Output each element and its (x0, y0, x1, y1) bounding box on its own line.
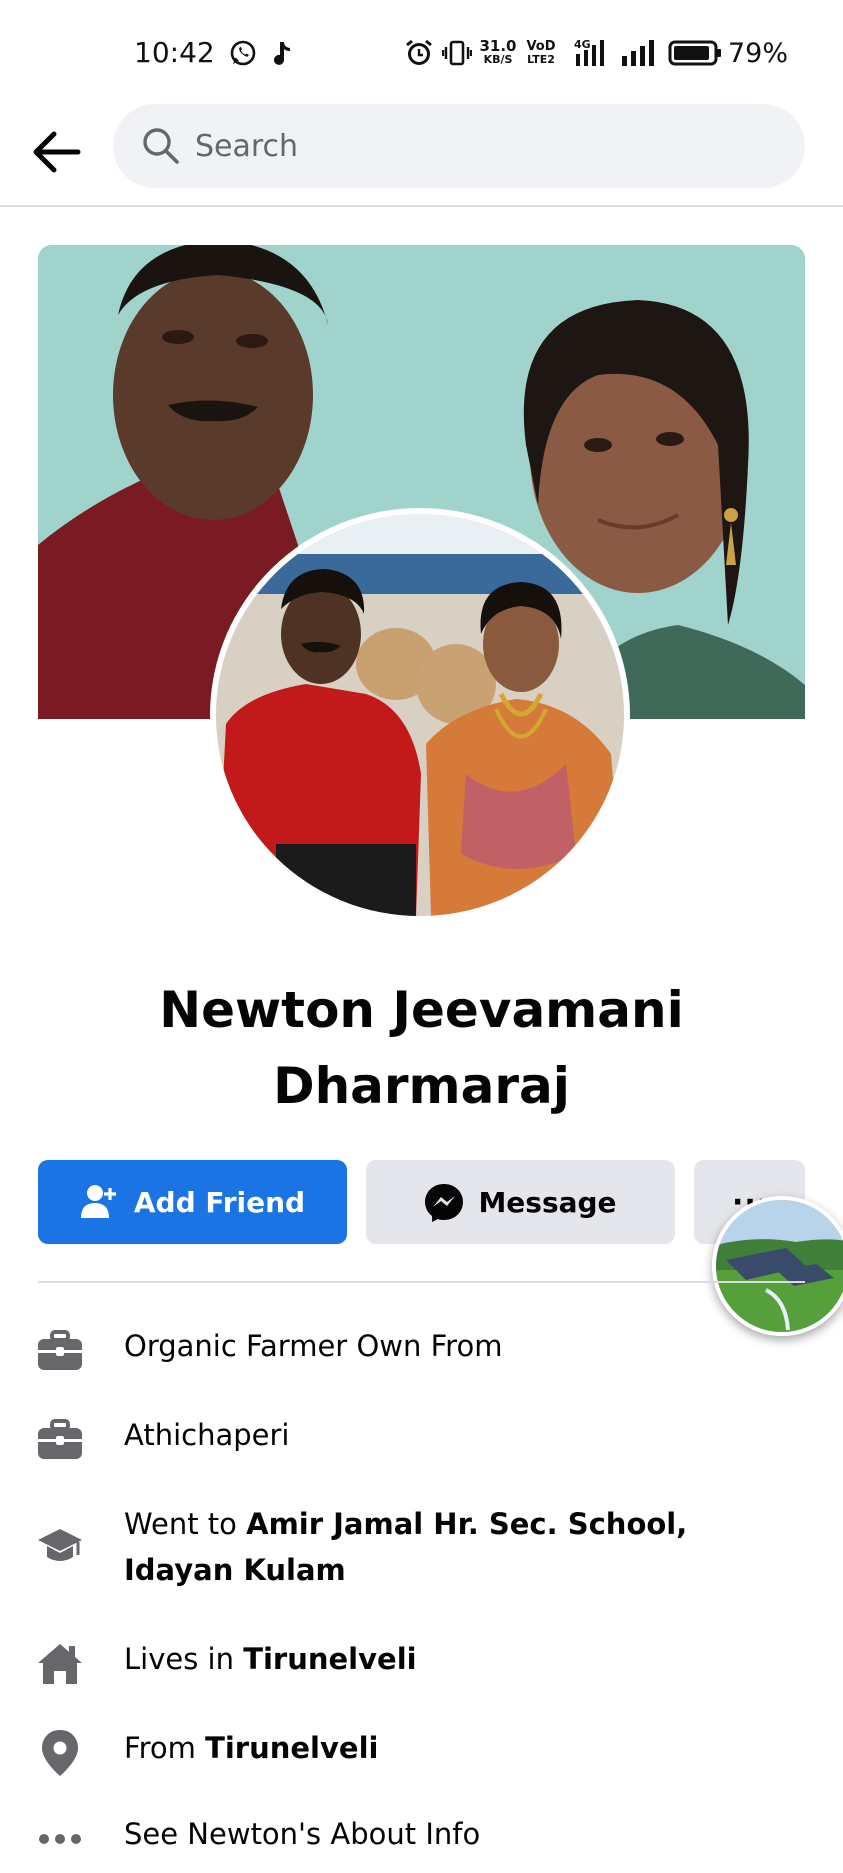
from-prefix: From (124, 1731, 206, 1765)
messenger-icon (425, 1184, 464, 1222)
detail-work-1-text: Organic Farmer Own From (124, 1329, 503, 1363)
detail-from-text: From Tirunelveli (124, 1725, 378, 1771)
profile-name: Newton Jeevamani Dharmaraj (60, 972, 783, 1124)
status-time: 10:42 (134, 36, 215, 69)
chat-head-bubble[interactable] (712, 1196, 843, 1336)
more-dots-icon (36, 1815, 84, 1863)
add-friend-button[interactable]: Add Friend (38, 1160, 347, 1244)
see-about-info[interactable]: See Newton's About Info (36, 1811, 806, 1863)
lives-prefix: Lives in (124, 1642, 244, 1676)
back-button[interactable] (26, 122, 86, 182)
status-bar: 10:42 31.0 KB/S VoD LTE2 4G 79% (0, 0, 843, 110)
music-note-icon (270, 38, 294, 68)
search-bar[interactable] (113, 104, 805, 188)
arrow-left-icon (33, 131, 81, 173)
graduation-cap-icon (36, 1523, 84, 1571)
volte-indicator: VoD LTE2 (526, 39, 556, 66)
search-input[interactable] (195, 122, 755, 170)
message-label: Message (478, 1185, 617, 1219)
education-prefix: Went to (124, 1507, 247, 1541)
search-icon (143, 128, 179, 164)
detail-from: From Tirunelveli (36, 1725, 806, 1777)
detail-work-2: Athichaperi (36, 1412, 806, 1464)
whatsapp-icon (228, 38, 258, 68)
detail-lives-in-text: Lives in Tirunelveli (124, 1636, 417, 1682)
add-friend-label: Add Friend (133, 1185, 306, 1219)
detail-work-1: Organic Farmer Own From (36, 1323, 806, 1375)
profile-name-line2: Dharmaraj (273, 1057, 570, 1115)
network-type-label: 4G (574, 38, 591, 51)
message-button[interactable]: Message (366, 1160, 675, 1244)
network-speed: 31.0 KB/S (479, 37, 517, 67)
battery-percent: 79% (728, 38, 789, 69)
signal-icon (620, 38, 658, 68)
signal-4g-icon: 4G (572, 38, 614, 68)
add-friend-icon (80, 1185, 116, 1218)
alarm-icon (404, 38, 434, 68)
divider (38, 1281, 805, 1283)
profile-name-line1: Newton Jeevamani (159, 981, 684, 1039)
detail-education: Went to Amir Jamal Hr. Sec. School, Iday… (36, 1501, 806, 1593)
briefcase-icon (36, 1327, 84, 1375)
lives-place[interactable]: Tirunelveli (243, 1642, 416, 1676)
home-icon (36, 1640, 84, 1688)
location-pin-icon (36, 1729, 84, 1777)
battery-icon (668, 38, 722, 68)
from-place[interactable]: Tirunelveli (205, 1731, 378, 1765)
detail-education-text: Went to Amir Jamal Hr. Sec. School, Iday… (124, 1501, 804, 1593)
search-header (0, 100, 843, 207)
vibrate-icon (442, 38, 472, 68)
see-about-info-label[interactable]: See Newton's About Info (124, 1811, 480, 1857)
detail-lives-in: Lives in Tirunelveli (36, 1636, 806, 1688)
profile-picture[interactable] (210, 508, 630, 922)
briefcase-icon (36, 1416, 84, 1464)
detail-work-2-text: Athichaperi (124, 1418, 290, 1452)
